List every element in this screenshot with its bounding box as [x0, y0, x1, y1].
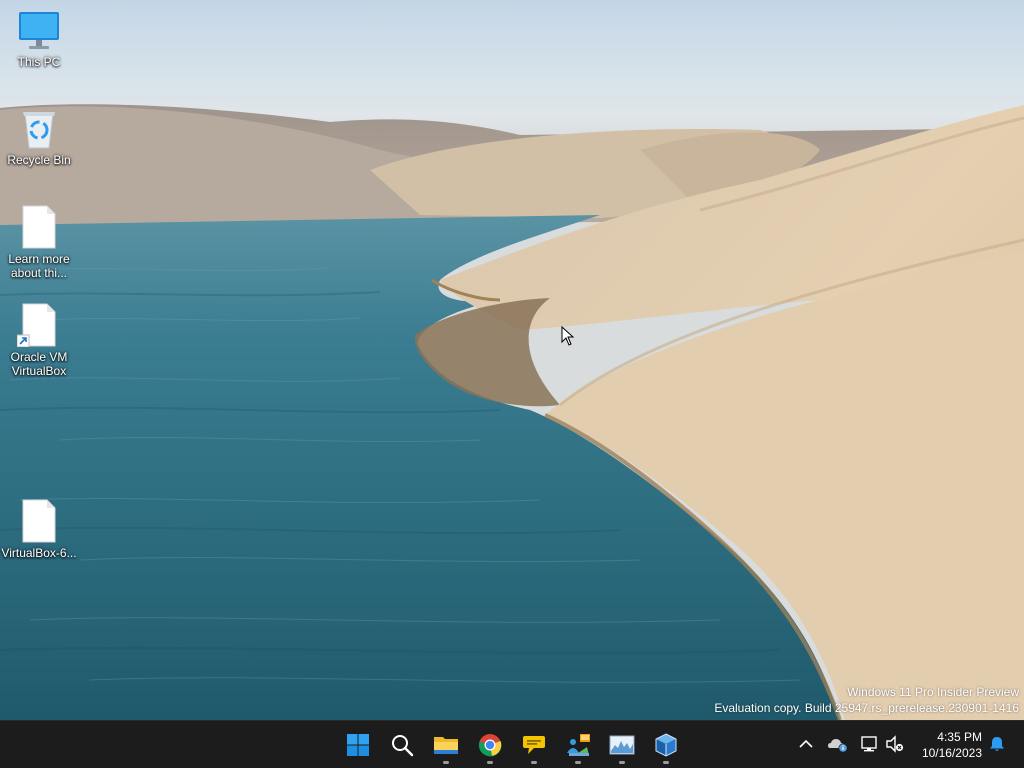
resource-monitor-icon	[609, 735, 635, 755]
evaluation-watermark: Windows 11 Pro Insider Preview Evaluatio…	[714, 684, 1019, 716]
desktop-icon-recycle-bin[interactable]: Recycle Bin	[1, 108, 77, 167]
network-icon	[861, 736, 877, 752]
show-hidden-icons-button[interactable]	[795, 733, 817, 755]
desktop-icon-label: Oracle VM VirtualBox	[10, 350, 68, 378]
desktop-icon-label: VirtualBox-6...	[1, 546, 77, 560]
tray-network[interactable]	[858, 733, 880, 755]
running-indicator	[663, 761, 669, 764]
clock-date: 10/16/2023	[921, 746, 982, 760]
recycle-bin-icon	[23, 112, 55, 149]
onedrive-info-icon	[828, 739, 848, 753]
windows-start-icon	[347, 734, 369, 756]
tray-onedrive[interactable]	[827, 733, 849, 755]
desktop-wallpaper	[0, 0, 1024, 720]
notification-bell-icon	[990, 737, 1004, 751]
desktop-icon-this-pc[interactable]: This PC	[1, 10, 77, 69]
desktop-icon-learn-more[interactable]: Learn more about thi...	[1, 205, 77, 280]
desktop-icon-virtualbox-installer[interactable]: VirtualBox-6...	[1, 499, 77, 560]
taskbar-network-app[interactable]	[558, 725, 598, 765]
virtualbox-cube-icon	[655, 733, 677, 757]
search-icon	[392, 735, 414, 757]
taskbar-chat-app[interactable]	[514, 725, 554, 765]
running-indicator	[619, 761, 625, 764]
file-icon	[22, 205, 56, 249]
search-button[interactable]	[382, 725, 422, 765]
watermark-edition: Windows 11 Pro Insider Preview	[847, 685, 1019, 699]
desktop-icon-oracle-vm-virtualbox[interactable]: Oracle VM VirtualBox	[1, 303, 77, 378]
clock-time: 4:35 PM	[937, 730, 982, 744]
network-app-icon	[567, 734, 590, 756]
taskbar-chrome[interactable]	[470, 725, 510, 765]
desktop-icon-label: Learn more about thi...	[8, 252, 70, 280]
watermark-build: Evaluation copy. Build 25947.rs_prerelea…	[714, 701, 1019, 715]
taskbar-resource-monitor[interactable]	[602, 725, 642, 765]
volume-muted-icon	[886, 735, 904, 753]
mouse-cursor-icon	[561, 326, 575, 346]
tray-clock[interactable]: 4:35 PM 10/16/2023	[912, 729, 982, 761]
chat-bubble-icon	[523, 736, 545, 754]
start-button[interactable]	[338, 725, 378, 765]
tray-volume[interactable]	[884, 733, 906, 755]
chevron-up-icon	[799, 739, 813, 748]
desktop-icon-label: This PC	[17, 55, 61, 69]
taskbar-file-explorer[interactable]	[426, 725, 466, 765]
running-indicator	[575, 761, 581, 764]
notifications-button[interactable]	[986, 733, 1008, 755]
chrome-icon	[478, 734, 502, 757]
shortcut-file-icon	[17, 303, 56, 347]
running-indicator	[443, 761, 449, 764]
wallpaper-landscape	[0, 104, 1024, 720]
desktop-icon-label: Recycle Bin	[7, 153, 71, 167]
running-indicator	[487, 761, 493, 764]
file-icon	[22, 499, 56, 543]
file-explorer-icon	[434, 737, 458, 754]
monitor-icon	[19, 12, 59, 49]
running-indicator	[531, 761, 537, 764]
taskbar-virtualbox[interactable]	[646, 725, 686, 765]
taskbar: 4:35 PM 10/16/2023	[0, 720, 1024, 768]
